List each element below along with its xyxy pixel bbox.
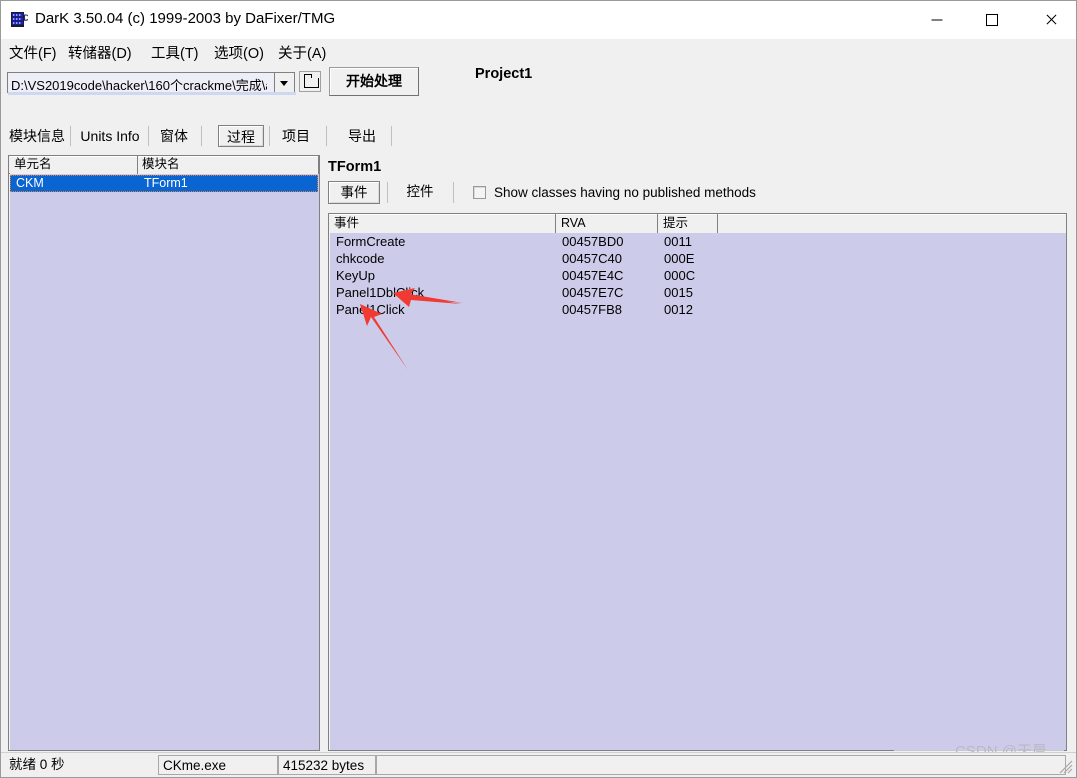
dark-application-window: DarK 3.50.04 (c) 1999-2003 by DaFixer/TM… [0,0,1077,778]
table-row[interactable]: KeyUp 00457E4C 000C [330,268,1065,285]
menu-item-dumper[interactable]: 转储器(D) [68,42,132,63]
menu-item-about[interactable]: 关于(A) [278,42,326,63]
table-row[interactable]: Panel1Click 00457FB8 0012 [330,302,1065,319]
events-table[interactable]: 事件 RVA 提示 FormCreate 00457BD0 0011 chkcode 0… [328,213,1067,751]
status-extra [376,755,1066,775]
tab-module-info[interactable]: 模块信息 [6,125,68,147]
cell-hint: 0015 [664,285,693,300]
tab-procedures[interactable]: 过程 [218,125,264,147]
cell-rva: 00457E4C [562,268,624,283]
cell-event-name: Panel1DblClick [336,285,425,300]
chevron-down-icon[interactable] [274,73,294,92]
cell-hint: 000C [664,268,696,283]
title-bar: DarK 3.50.04 (c) 1999-2003 by DaFixer/TM… [1,1,1076,39]
main-tab-bar: 模块信息 Units Info 窗体 过程 项目 导出 [1,123,1076,151]
units-list-header: 单元名 模块名 [9,156,319,174]
column-header-hint[interactable]: 提示 [658,214,718,233]
table-row[interactable]: FormCreate 00457BD0 0011 [330,234,1065,251]
subtab-separator [387,182,388,203]
resize-grip-icon[interactable] [1059,760,1073,774]
toolbar: D:\VS2019code\hacker\160个crackme\完成\a [1,64,1076,106]
close-button[interactable] [1027,1,1074,39]
tab-separator [269,126,270,146]
selected-class-title: TForm1 [328,159,382,175]
column-header-rva[interactable]: RVA [556,214,658,233]
show-unpublished-checkbox[interactable] [473,186,486,199]
cell-hint: 0012 [664,302,693,317]
project-name-label: Project1 [475,66,533,82]
cell-unit-name: CKM [16,176,44,190]
maximize-button[interactable] [968,1,1015,39]
status-bar: 就绪 0 秒 CKme.exe 415232 bytes [1,752,1076,777]
cell-hint: 0011 [664,234,692,249]
tab-separator [201,126,202,146]
target-path-value: D:\VS2019code\hacker\160个crackme\完成\a [11,78,267,92]
tab-project[interactable]: 项目 [275,125,317,147]
column-header-event[interactable]: 事件 [329,214,556,233]
menu-item-file[interactable]: 文件(F) [9,42,57,63]
start-process-button[interactable]: 开始处理 [329,67,419,96]
menu-item-options[interactable]: 选项(O) [214,42,264,63]
close-icon [1045,14,1057,26]
window-title: DarK 3.50.04 (c) 1999-2003 by DaFixer/TM… [35,10,336,27]
status-filesize: 415232 bytes [278,755,376,775]
cell-event-name: chkcode [336,251,385,266]
table-row[interactable]: CKM TForm1 [10,175,318,192]
menu-item-tools[interactable]: 工具(T) [151,42,199,63]
cell-event-name: KeyUp [336,268,376,283]
cell-rva: 00457E7C [562,285,624,300]
cell-rva: 00457BD0 [562,234,624,249]
column-header-blank[interactable] [718,214,1066,233]
cell-event-name: FormCreate [336,234,406,249]
table-row[interactable]: Panel1DblClick 00457E7C 0015 [330,285,1065,302]
tab-units-info[interactable]: Units Info [75,125,145,147]
cell-rva: 00457FB8 [562,302,622,317]
cell-rva: 00457C40 [562,251,622,266]
column-header-unit-name[interactable]: 单元名 [10,156,138,174]
browse-file-button[interactable] [299,71,321,92]
combobox-underline [8,92,296,95]
minimize-button[interactable] [913,1,960,39]
folder-open-icon [304,74,319,88]
maximize-icon [985,14,998,26]
target-path-combobox[interactable]: D:\VS2019code\hacker\160个crackme\完成\a [7,72,296,95]
chip-icon [11,12,28,27]
menu-bar: 文件(F) 转储器(D) 工具(T) 选项(O) 关于(A) [1,39,1076,64]
show-unpublished-label[interactable]: Show classes having no published methods [494,185,756,200]
tab-forms[interactable]: 窗体 [153,125,195,147]
column-header-module-name[interactable]: 模块名 [138,156,319,174]
table-row[interactable]: chkcode 00457C40 000E [330,251,1065,268]
tab-separator [326,126,327,146]
tab-export[interactable]: 导出 [341,125,383,147]
cell-module-name: TForm1 [144,176,188,190]
cell-hint: 000E [664,251,695,266]
subtab-controls[interactable]: 控件 [394,181,446,204]
events-table-header: 事件 RVA 提示 [329,214,1066,233]
tab-separator [70,126,71,146]
cell-event-name: Panel1Click [336,302,405,317]
tab-separator [148,126,149,146]
minimize-icon [931,19,942,21]
status-filename: CKme.exe [158,755,278,775]
subtab-events[interactable]: 事件 [328,181,380,204]
status-ready: 就绪 0 秒 [9,757,65,772]
subtab-separator [453,182,454,203]
units-list[interactable]: 单元名 模块名 CKM TForm1 [8,155,320,751]
tab-separator [391,126,392,146]
